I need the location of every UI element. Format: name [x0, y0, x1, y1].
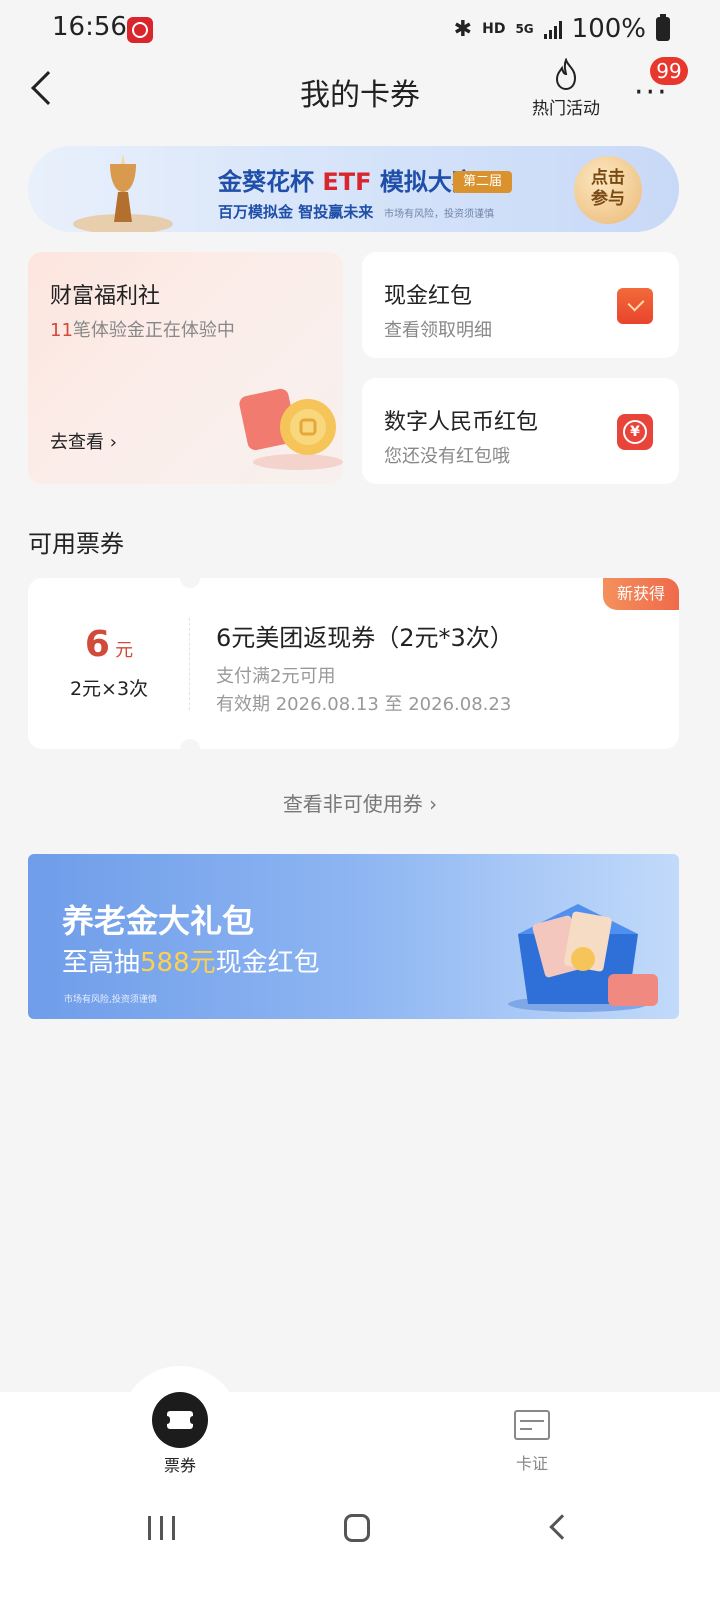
etf-banner-title: 金葵花杯 ETF 模拟大赛: [218, 168, 476, 196]
status-indicators: ✱ HD 5G 100%: [454, 14, 670, 44]
bluetooth-icon: ✱: [453, 16, 473, 42]
wealth-welfare-card[interactable]: 财富福利社 11笔体验金正在体验中 去查看 ›: [28, 252, 343, 484]
new-coupon-tag: 新获得: [602, 578, 679, 610]
battery-percent: 100%: [571, 14, 646, 44]
page-header: 我的卡券 热门活动 ···: [0, 58, 720, 128]
tab-cards[interactable]: 卡证: [472, 1410, 592, 1474]
pension-risk-note: 市场有风险,投资须谨慎: [64, 995, 157, 1005]
pension-banner-subtitle: 至高抽588元现金红包: [62, 948, 320, 978]
status-time: 16:56: [52, 12, 127, 42]
hot-activity-label: 热门活动: [532, 99, 600, 119]
app-notification-icon: [127, 17, 153, 43]
coupon-amount: 6 元: [84, 624, 134, 665]
cash-card-title: 现金红包: [384, 284, 473, 309]
battery-icon: [656, 14, 670, 41]
rmb-card-title: 数字人民币红包: [384, 410, 539, 435]
hd-indicator: HD: [482, 21, 506, 37]
etf-contest-banner[interactable]: 金葵花杯 ETF 模拟大赛 第二届 百万模拟金 智投赢未来 市场有风险，投资须谨…: [28, 146, 679, 232]
pension-banner-title: 养老金大礼包: [62, 902, 255, 940]
welfare-title: 财富福利社: [50, 284, 161, 309]
card-icon: [514, 1410, 550, 1440]
system-back-icon[interactable]: [549, 1514, 575, 1540]
coupon-condition: 支付满2元可用: [216, 666, 336, 687]
hot-activity-button[interactable]: 热门活动: [528, 58, 604, 119]
signal-icon: [543, 19, 562, 39]
etf-risk-note: 市场有风险，投资须谨慎: [384, 209, 494, 220]
coupon-times: 2元×3次: [69, 678, 149, 700]
home-icon[interactable]: [344, 1514, 370, 1542]
gift-illustration: [239, 388, 343, 470]
ticket-icon: [152, 1392, 208, 1448]
network-5g-indicator: 5G: [515, 22, 534, 36]
coupon-validity: 有效期 2026.08.13 至 2026.08.23: [216, 694, 512, 715]
more-icon: ···: [634, 75, 669, 110]
red-packet-icon: [617, 288, 653, 324]
welfare-view-link[interactable]: 去查看 ›: [50, 428, 117, 454]
available-coupons-title: 可用票券: [28, 530, 124, 558]
system-nav-bar: [0, 1494, 720, 1600]
gift-box-illustration: [508, 904, 658, 1012]
etf-edition-tag: 第二届: [453, 171, 513, 193]
tab-coupons[interactable]: 票券: [120, 1370, 240, 1476]
tab-coupons-label: 票券: [163, 1456, 196, 1475]
tab-cards-label: 卡证: [515, 1454, 548, 1473]
ecny-icon: ¥: [617, 414, 653, 450]
cash-red-packet-card[interactable]: 现金红包 查看领取明细: [362, 252, 679, 358]
bottom-tab-bar: [0, 1392, 720, 1494]
coupon-name: 6元美团返现券（2元*3次）: [216, 624, 514, 652]
welfare-desc: 11笔体验金正在体验中: [50, 320, 235, 341]
join-button[interactable]: 点击 参与: [574, 156, 642, 224]
etf-banner-subtitle: 百万模拟金 智投赢未来: [218, 203, 374, 221]
view-unusable-coupons-link[interactable]: 查看非可使用券 ›: [0, 788, 720, 817]
recent-apps-icon[interactable]: [148, 1516, 175, 1540]
cash-card-desc: 查看领取明细: [384, 320, 492, 341]
digital-rmb-card[interactable]: 数字人民币红包 您还没有红包哦 ¥: [362, 378, 679, 484]
page-title: 我的卡券: [300, 78, 420, 113]
flame-icon: [555, 58, 577, 91]
trophy-illustration: [73, 154, 173, 232]
status-bar: 16:56 ✱ HD 5G 100%: [0, 0, 720, 58]
notification-badge: 99: [650, 57, 688, 85]
pension-gift-banner[interactable]: 养老金大礼包 至高抽588元现金红包 市场有风险,投资须谨慎: [28, 854, 679, 1019]
coupon-card[interactable]: 6 元 2元×3次 6元美团返现券（2元*3次） 支付满2元可用 有效期 202…: [28, 568, 679, 759]
rmb-card-desc: 您还没有红包哦: [384, 446, 510, 467]
